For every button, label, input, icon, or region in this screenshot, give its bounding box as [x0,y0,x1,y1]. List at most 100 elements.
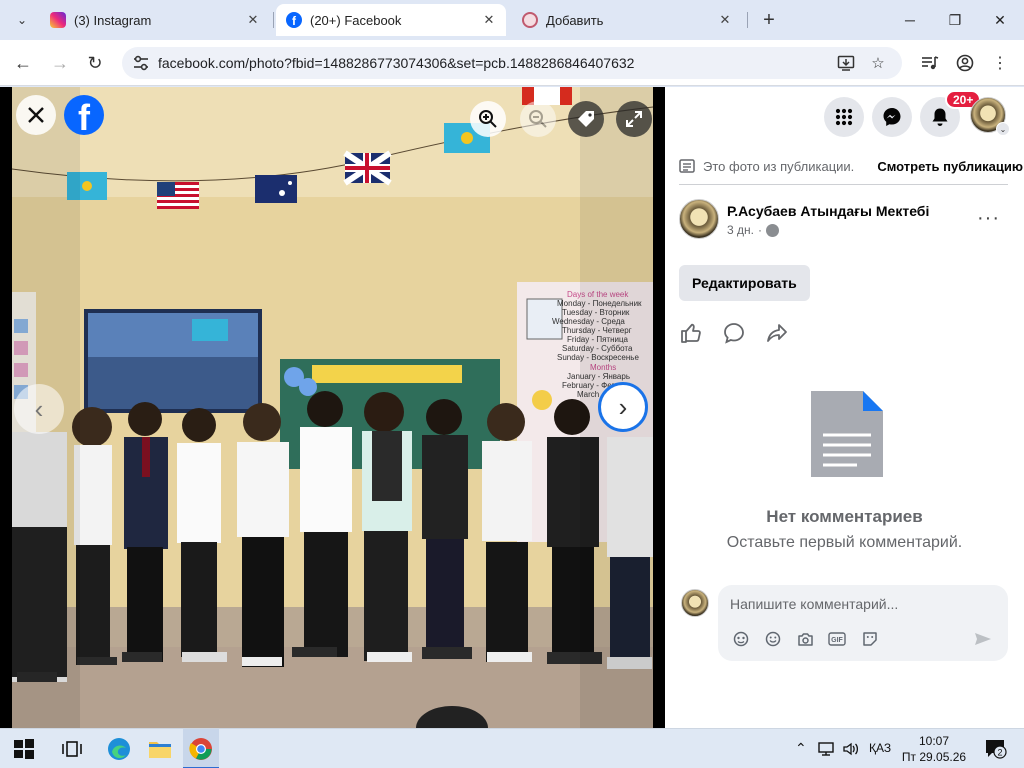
bell-icon [932,108,948,126]
edit-button[interactable]: Редактировать [679,265,810,301]
photo-side-panel: 20+ ⌄ Это фото из публикации. Смотреть п… [665,87,1024,728]
like-icon [681,323,701,343]
input-language-indicator[interactable]: ҚАЗ [869,741,891,755]
like-button[interactable] [679,321,703,345]
comment-icon [724,323,744,344]
address-bar[interactable]: facebook.com/photo?fbid=1488286773074306… [122,47,902,79]
task-view-button[interactable] [58,735,86,763]
network-icon[interactable] [818,741,836,760]
tab-title: (3) Instagram [74,12,152,28]
folder-icon [149,742,171,758]
avatar-sticker-icon[interactable] [732,630,750,648]
minimize-button[interactable]: ─ [898,8,922,32]
page-avatar[interactable] [679,199,719,239]
back-button[interactable]: ← [10,50,36,76]
menu-button[interactable] [824,97,864,137]
post-photo[interactable]: Days of the week Monday - Понедельник Tu… [12,87,653,728]
tab-title: Добавить [546,12,604,28]
volume-icon[interactable] [842,741,860,760]
close-tab-icon[interactable]: ✕ [244,11,262,29]
chrome-taskbar-button[interactable] [187,735,215,763]
edge-taskbar-button[interactable] [105,735,133,763]
tab-instagram[interactable]: (3) Instagram ✕ [40,4,270,36]
fullscreen-button[interactable] [616,101,652,137]
restore-button[interactable]: ❐ [943,8,967,32]
camera-icon[interactable] [796,630,814,648]
install-app-icon[interactable] [836,53,856,73]
zoom-out-icon [529,110,547,128]
globe-favicon-icon [522,12,538,28]
tag-photo-button[interactable] [568,101,604,137]
facebook-favicon-icon: f [286,12,302,28]
gif-icon[interactable]: GIF [828,630,846,648]
new-tab-button[interactable]: + [757,8,781,32]
tab-divider [273,12,274,28]
reload-button[interactable]: ↻ [82,50,108,76]
share-button[interactable] [765,321,789,345]
see-post-link[interactable]: Смотреть публикацию [877,159,1023,174]
fullscreen-icon [626,111,642,127]
menu-grid-icon [835,108,853,126]
zoom-in-button[interactable] [470,101,506,137]
zoom-in-icon [479,110,497,128]
chevron-down-icon[interactable]: ⌄ [996,122,1010,136]
close-tab-icon[interactable]: ✕ [716,11,734,29]
profile-icon[interactable] [953,51,977,75]
from-post-text: Это фото из публикации. [703,158,855,174]
close-icon [28,107,44,123]
notification-center-button[interactable]: 2 [982,735,1010,763]
url-text[interactable]: facebook.com/photo?fbid=1488286773074306… [158,55,634,71]
previous-arrow-icon: ‹ [34,393,44,424]
close-viewer-button[interactable] [16,95,56,135]
comment-button[interactable] [722,321,746,345]
close-tab-icon[interactable]: ✕ [480,11,498,29]
share-icon [767,324,787,342]
windows-logo-icon [14,739,34,759]
no-comments-title: Нет комментариев [766,507,923,526]
browser-menu-icon[interactable]: ⋮ [988,51,1012,75]
previous-photo-button[interactable]: ‹ [14,384,64,434]
globe-icon [765,223,779,237]
tab-add[interactable]: Добавить ✕ [512,4,742,36]
tag-icon [578,111,594,127]
tab-search-dropdown-icon[interactable]: ⌄ [8,7,36,33]
post-timestamp: 3 дн. · [727,223,779,237]
sticker-icon[interactable] [861,630,879,648]
windows-start-button[interactable] [10,735,38,763]
media-controls-icon[interactable] [918,51,942,75]
close-window-button[interactable]: ✕ [988,8,1012,32]
comment-input[interactable]: Напишите комментарий... [730,596,898,612]
show-hidden-icons-button[interactable]: ⌃ [795,740,807,757]
messenger-button[interactable] [872,97,912,137]
page-name-link[interactable]: Р.Асубаев Атындағы Мектебі [727,203,929,219]
task-view-icon [62,741,82,757]
next-photo-button[interactable]: › [598,382,648,432]
tab-title: (20+) Facebook [310,12,402,28]
no-comments-illustration [811,391,883,477]
browser-toolbar: ← → ↻ facebook.com/photo?fbid=1488286773… [0,40,1024,86]
taskbar-clock[interactable]: 10:07 Пт 29.05.26 [900,733,968,765]
tab-strip: ⌄ (3) Instagram ✕ f (20+) Facebook ✕ Доб… [0,0,1024,40]
bookmark-star-icon[interactable]: ☆ [868,53,888,73]
clock-time: 10:07 [918,734,950,748]
more-options-button[interactable]: ··· [977,207,1000,230]
post-icon [679,159,695,173]
photo-viewer: Days of the week Monday - Понедельник Tu… [0,87,665,728]
send-icon[interactable] [974,630,992,648]
comment-input-box[interactable]: Напишите комментарий... GIF [718,585,1008,661]
post-time-link[interactable]: 3 дн. [727,223,754,237]
facebook-logo[interactable]: f [64,95,104,135]
next-arrow-icon: › [618,391,628,422]
emoji-icon[interactable] [764,630,782,648]
file-explorer-taskbar-button[interactable] [146,735,174,763]
tab-facebook[interactable]: f (20+) Facebook ✕ [276,4,506,36]
edge-icon [108,738,130,760]
forward-button[interactable]: → [47,50,73,76]
commenter-avatar[interactable] [681,589,709,617]
chrome-icon [189,738,212,760]
zoom-out-button[interactable] [520,101,556,137]
gif-label: GIF [831,637,843,644]
site-info-icon[interactable] [132,54,150,72]
clock-date: Пт 29.05.26 [901,750,967,764]
notification-count: 2 [997,748,1002,758]
